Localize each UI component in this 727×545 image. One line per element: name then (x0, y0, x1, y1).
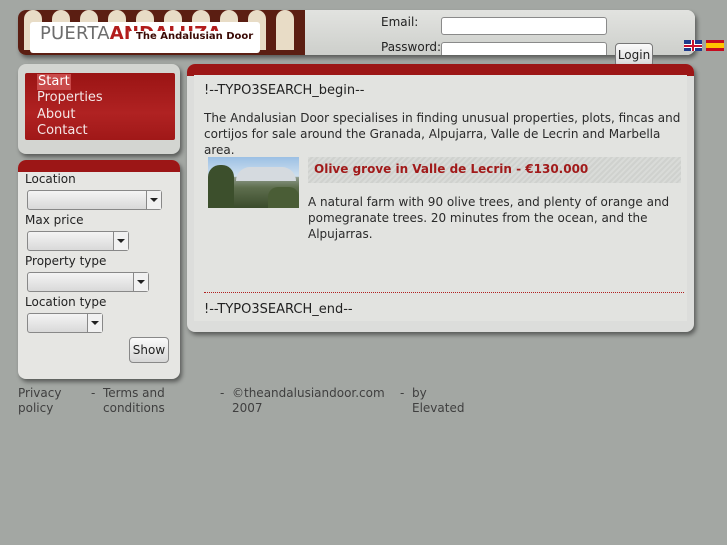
email-label: Email: (381, 15, 419, 29)
flag-uk-icon[interactable] (684, 40, 702, 51)
intro-text: The Andalusian Door specialises in findi… (204, 111, 681, 157)
listing-title-bar: Olive grove in Valle de Lecrin - €130.00… (308, 157, 681, 183)
listing-thumbnail[interactable] (208, 157, 299, 208)
max-price-select[interactable] (27, 231, 129, 251)
nav-item-start[interactable]: Start (37, 74, 71, 90)
search-begin-marker: !--TYPO3SEARCH_begin-- (204, 83, 365, 98)
footer-separator: - (220, 386, 225, 400)
chevron-down-icon (113, 232, 128, 250)
main-content: !--TYPO3SEARCH_begin-- The Andalusian Do… (187, 64, 694, 332)
location-label: Location (25, 172, 76, 186)
logo-tagline: The Andalusian Door (130, 31, 260, 43)
copyright-text: ©theandalusiandoor.com 2007 (232, 386, 385, 415)
nav-item-contact[interactable]: Contact (37, 123, 88, 139)
nav-item-about[interactable]: About (37, 107, 75, 123)
logo[interactable]: PUERTAANDALUZA The Andalusian Door (18, 10, 305, 55)
site-header: PUERTAANDALUZA The Andalusian Door Email… (18, 10, 695, 55)
password-label: Password: (381, 40, 442, 54)
terms-link[interactable]: Terms and conditions (103, 386, 183, 416)
main-navigation: Start Properties About Contact (18, 64, 180, 154)
search-end-marker: !--TYPO3SEARCH_end-- (204, 302, 353, 317)
listing-description: A natural farm with 90 olive trees, and … (308, 195, 670, 241)
flag-spain-icon[interactable] (706, 40, 724, 51)
nav-item-properties[interactable]: Properties (37, 90, 103, 106)
credit-link[interactable]: by Elevated (412, 386, 472, 416)
location-select[interactable] (27, 190, 162, 210)
footer-separator: - (91, 386, 96, 400)
max-price-label: Max price (25, 213, 84, 227)
location-type-label: Location type (25, 295, 107, 309)
show-button[interactable]: Show (129, 337, 169, 363)
panel-header-bar (18, 160, 180, 172)
divider (204, 292, 684, 293)
chevron-down-icon (87, 314, 102, 332)
footer-separator: - (400, 386, 405, 400)
chevron-down-icon (146, 191, 161, 209)
property-type-select[interactable] (27, 272, 149, 292)
listing-title-link[interactable]: Olive grove in Valle de Lecrin - €130.00… (314, 162, 588, 176)
password-field[interactable] (441, 42, 607, 55)
email-field[interactable] (441, 17, 607, 35)
chevron-down-icon (133, 273, 148, 291)
privacy-policy-link[interactable]: Privacy policy (18, 386, 78, 416)
logo-word-puerta: PUERTA (40, 23, 110, 44)
property-type-label: Property type (25, 254, 107, 268)
property-search-panel: Location Max price Property type Locatio… (18, 160, 180, 379)
location-type-select[interactable] (27, 313, 103, 333)
nav-menu: Start Properties About Contact (25, 73, 175, 140)
